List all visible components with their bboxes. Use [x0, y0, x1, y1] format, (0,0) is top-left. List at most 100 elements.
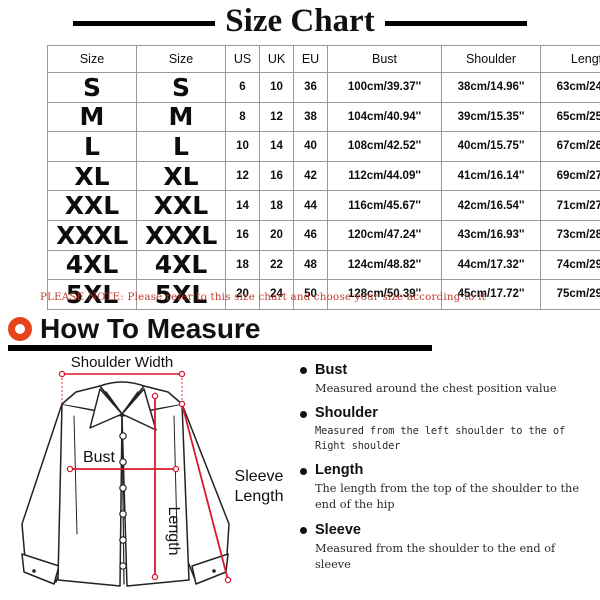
measurement-definitions-list: Bust Measured around the chest position …: [300, 362, 592, 582]
cell-size-1: XXXL: [47, 219, 137, 251]
column-header-us: US: [225, 45, 260, 73]
cell-shoulder: 43cm/16.93'': [441, 219, 541, 251]
diagram-label-bust: Bust: [83, 449, 116, 466]
cell-uk: 14: [259, 131, 294, 162]
list-item: Length The length from the top of the sh…: [300, 462, 592, 514]
cell-bust: 116cm/45.67'': [327, 190, 442, 221]
measurement-title-shoulder: Shoulder: [315, 405, 378, 422]
size-chart-table: Size Size US UK EU Bust Shoulder Length …: [47, 45, 600, 310]
cell-length: 69cm/27.17'': [540, 160, 600, 192]
bullet-dot-icon: [300, 467, 307, 475]
page-title: Size Chart: [225, 3, 375, 39]
measurement-title-length: Length: [315, 462, 364, 479]
table-row: XXL XXL 14 18 44 116cm/45.67'' 42cm/16.5…: [47, 190, 600, 221]
diagram-label-shoulder-width: Shoulder Width: [71, 356, 174, 371]
cell-size-2: XXXL: [136, 219, 226, 251]
cell-uk: 16: [259, 160, 294, 192]
measurement-desc-bust: Measured around the chest position value: [315, 381, 557, 395]
cell-us: 8: [225, 101, 260, 133]
ring-icon: [8, 317, 32, 341]
cell-bust: 112cm/44.09'': [327, 160, 442, 192]
page-title-row: Size Chart: [0, 2, 600, 44]
column-header-size-2: Size: [136, 45, 226, 73]
cell-shoulder: 41cm/16.14'': [441, 160, 541, 192]
column-header-uk: UK: [259, 45, 294, 73]
bullet-head: Length: [300, 462, 592, 479]
table-row: M M 8 12 38 104cm/40.94'' 39cm/15.35'' 6…: [47, 101, 600, 133]
bullet-dot-icon: [300, 367, 307, 375]
measurement-desc-length: The length from the top of the shoulder …: [315, 482, 580, 512]
cell-size-2: L: [136, 131, 226, 162]
list-item: Sleeve Measured from the shoulder to the…: [300, 522, 592, 574]
table-row: XXXL XXXL 16 20 46 120cm/47.24'' 43cm/16…: [47, 219, 600, 251]
garment-measurement-diagram: Shoulder Width Bust Length Sleeve Length: [14, 356, 300, 600]
cell-shoulder: 38cm/14.96'': [441, 72, 541, 103]
diagram-label-sleeve-length-line1: Sleeve: [235, 468, 284, 485]
table-row: S S 6 10 36 100cm/39.37'' 38cm/14.96'' 6…: [47, 72, 600, 103]
cell-eu: 40: [293, 131, 328, 162]
cell-length: 65cm/25.59'': [540, 101, 600, 133]
cell-length: 73cm/28.74'': [540, 219, 600, 251]
cell-size-2: XL: [136, 160, 226, 192]
cell-us: 18: [225, 249, 260, 281]
cell-uk: 20: [259, 219, 294, 251]
cell-length: 75cm/29.53'': [540, 279, 600, 310]
list-item: Bust Measured around the chest position …: [300, 362, 592, 397]
diagram-label-length: Length: [165, 507, 182, 556]
cell-eu: 42: [293, 160, 328, 192]
cell-uk: 18: [259, 190, 294, 221]
column-header-size-1: Size: [47, 45, 137, 73]
cell-size-2: 4XL: [136, 249, 226, 281]
cell-eu: 44: [293, 190, 328, 221]
column-header-shoulder: Shoulder: [441, 45, 541, 73]
cell-size-1: XXL: [47, 190, 137, 221]
cell-us: 6: [225, 72, 260, 103]
table-row: L L 10 14 40 108cm/42.52'' 40cm/15.75'' …: [47, 131, 600, 162]
cell-size-1: L: [47, 131, 137, 162]
bullet-head: Shoulder: [300, 405, 592, 422]
cell-uk: 12: [259, 101, 294, 133]
diagram-label-sleeve-length-line2: Length: [235, 488, 284, 505]
measurement-desc-shoulder: Measured from the left shoulder to the o…: [315, 425, 566, 453]
cell-shoulder: 44cm/17.32'': [441, 249, 541, 281]
table-row: 4XL 4XL 18 22 48 124cm/48.82'' 44cm/17.3…: [47, 249, 600, 281]
bullet-head: Bust: [300, 362, 592, 379]
cell-us: 14: [225, 190, 260, 221]
cell-us: 10: [225, 131, 260, 162]
cell-shoulder: 40cm/15.75'': [441, 131, 541, 162]
how-to-measure-underline: [8, 345, 432, 351]
please-note-text: PLEASE NOTE: Please refer to this size c…: [40, 292, 487, 303]
cell-size-2: M: [136, 101, 226, 133]
cell-length: 63cm/24.80'': [540, 72, 600, 103]
cell-bust: 100cm/39.37'': [327, 72, 442, 103]
cell-size-1: S: [47, 72, 137, 103]
cell-size-1: 4XL: [47, 249, 137, 281]
cell-length: 67cm/26.38'': [540, 131, 600, 162]
bullet-dot-icon: [300, 527, 307, 535]
cell-bust: 104cm/40.94'': [327, 101, 442, 133]
cell-size-1: XL: [47, 160, 137, 192]
cell-bust: 108cm/42.52'': [327, 131, 442, 162]
how-to-measure-title: How To Measure: [40, 313, 261, 344]
title-rule-left: [73, 20, 216, 26]
column-header-bust: Bust: [327, 45, 442, 73]
cell-shoulder: 42cm/16.54'': [441, 190, 541, 221]
cell-size-1: M: [47, 101, 137, 133]
cell-eu: 48: [293, 249, 328, 281]
cell-length: 71cm/27.95'': [540, 190, 600, 221]
measurement-desc-sleeve: Measured from the shoulder to the end of…: [315, 541, 556, 572]
cell-eu: 46: [293, 219, 328, 251]
cell-eu: 38: [293, 101, 328, 133]
table-row: XL XL 12 16 42 112cm/44.09'' 41cm/16.14'…: [47, 160, 600, 192]
cell-size-2: S: [136, 72, 226, 103]
list-item: Shoulder Measured from the left shoulder…: [300, 405, 592, 454]
measurement-title-bust: Bust: [315, 362, 348, 378]
cell-bust: 120cm/47.24'': [327, 219, 442, 251]
cell-eu: 36: [293, 72, 328, 103]
cell-shoulder: 39cm/15.35'': [441, 101, 541, 133]
title-rule-right: [384, 20, 527, 26]
column-header-length: Length: [540, 45, 600, 73]
column-header-eu: EU: [293, 45, 328, 73]
cell-uk: 10: [259, 72, 294, 103]
cell-us: 12: [225, 160, 260, 192]
